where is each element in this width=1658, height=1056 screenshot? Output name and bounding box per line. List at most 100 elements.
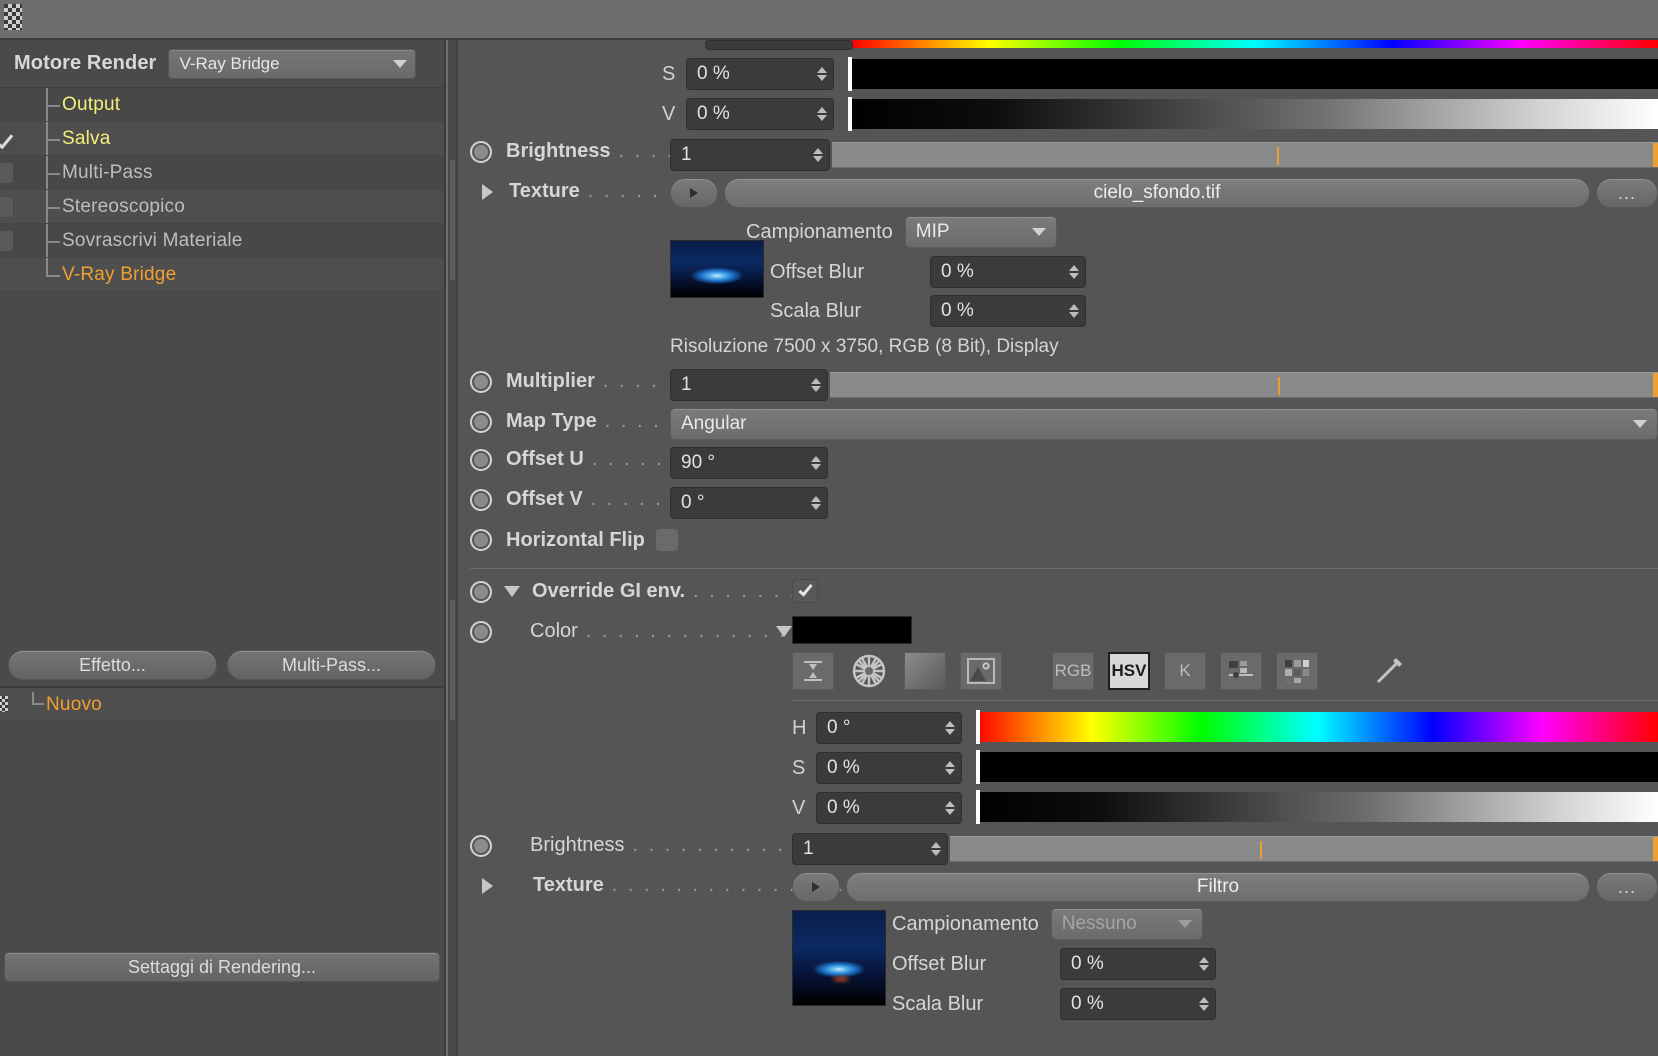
slider-handle[interactable] xyxy=(848,57,852,91)
texture-bottom-more-button[interactable]: ... xyxy=(1596,872,1658,902)
hsv-mode-button[interactable]: HSV xyxy=(1108,652,1150,690)
swatches-icon[interactable] xyxy=(1276,652,1318,690)
sidebar-item-v-ray-bridge[interactable]: V-Ray Bridge xyxy=(0,258,444,292)
triangle-right-icon[interactable] xyxy=(482,877,493,894)
effetto-button[interactable]: Effetto... xyxy=(8,650,217,680)
stepper-icon[interactable] xyxy=(817,107,827,121)
slider-endcap[interactable] xyxy=(1653,143,1658,167)
color-expand-triangle-down-icon[interactable] xyxy=(776,626,792,637)
stepper-icon[interactable] xyxy=(1069,265,1079,279)
triangle-right-icon[interactable] xyxy=(482,183,493,200)
texture-top-filename[interactable]: cielo_sfondo.tif xyxy=(724,178,1590,208)
hsv-v-slider[interactable] xyxy=(976,790,1658,824)
stepper-icon[interactable] xyxy=(811,378,821,392)
slider-endcap[interactable] xyxy=(1653,373,1658,397)
override-gi-checkbox[interactable] xyxy=(792,579,818,603)
animate-radio-icon[interactable] xyxy=(470,410,492,433)
offset-v-field[interactable]: 0 ° xyxy=(670,487,828,519)
mixer-icon[interactable] xyxy=(1220,652,1262,690)
campionamento-bottom-select[interactable]: Nessuno xyxy=(1050,908,1203,940)
animate-radio-icon[interactable] xyxy=(470,620,492,643)
sidebar-item-salva[interactable]: Salva xyxy=(0,122,444,156)
offset-blur-top-field[interactable]: 0 % xyxy=(930,256,1086,288)
panel-scroll-rail[interactable] xyxy=(448,40,458,1056)
brightness-top-slider[interactable] xyxy=(832,142,1658,168)
slider-handle[interactable] xyxy=(848,97,852,131)
sidebar-item-stereoscopico[interactable]: Stereoscopico xyxy=(0,190,444,224)
multiplier-field[interactable]: 1 xyxy=(670,369,828,401)
stepper-icon[interactable] xyxy=(811,496,821,510)
kelvin-mode-button[interactable]: K xyxy=(1164,652,1206,690)
scala-blur-bottom-field[interactable]: 0 % xyxy=(1060,988,1216,1020)
hsv-s-slider[interactable] xyxy=(976,750,1658,784)
stepper-icon[interactable] xyxy=(945,761,955,775)
multiplier-slider[interactable] xyxy=(830,372,1658,398)
stepper-icon[interactable] xyxy=(811,456,821,470)
triangle-down-icon[interactable] xyxy=(504,586,520,597)
drag-grip-icon[interactable] xyxy=(4,4,22,30)
campionamento-top-select[interactable]: MIP xyxy=(904,216,1057,248)
brightness-top-field[interactable]: 1 xyxy=(670,139,830,171)
hue-slider-top-clipped[interactable] xyxy=(852,40,1658,48)
slider-handle[interactable] xyxy=(976,790,980,824)
stepper-icon[interactable] xyxy=(1199,997,1209,1011)
animate-radio-icon[interactable] xyxy=(470,580,492,603)
brightness-bottom-slider[interactable] xyxy=(950,836,1658,862)
hsv-s-field[interactable]: 0 % xyxy=(816,752,962,784)
animate-radio-icon[interactable] xyxy=(470,448,492,471)
stepper-icon[interactable] xyxy=(1199,957,1209,971)
top-v-slider[interactable] xyxy=(848,97,1658,131)
hsv-v-field[interactable]: 0 % xyxy=(816,792,962,824)
texture-bottom-thumbnail[interactable] xyxy=(792,910,886,1006)
offset-u-field[interactable]: 90 ° xyxy=(670,447,828,479)
animate-radio-icon[interactable] xyxy=(470,140,492,163)
brightness-bottom-field[interactable]: 1 xyxy=(792,833,948,865)
render-engine-select[interactable]: V-Ray Bridge xyxy=(168,48,417,79)
stepper-icon[interactable] xyxy=(1069,304,1079,318)
sidebar-item-output[interactable]: Output xyxy=(0,88,444,122)
sidebar-item-sovrascrivi-materiale[interactable]: Sovrascrivi Materiale xyxy=(0,224,444,258)
animate-radio-icon[interactable] xyxy=(470,370,492,393)
drag-grip-icon[interactable] xyxy=(0,696,8,712)
color-swatch[interactable] xyxy=(792,616,912,644)
stepper-icon[interactable] xyxy=(813,148,823,162)
top-s-field[interactable]: 0 % xyxy=(686,58,834,90)
scala-blur-top-field[interactable]: 0 % xyxy=(930,295,1086,327)
animate-radio-icon[interactable] xyxy=(470,834,492,857)
hsv-h-slider[interactable] xyxy=(976,710,1658,744)
slider-handle[interactable] xyxy=(976,750,980,784)
texture-bottom-filename[interactable]: Filtro xyxy=(846,872,1590,902)
slider-endcap[interactable] xyxy=(1653,837,1658,861)
eyedrop-target-icon[interactable] xyxy=(792,652,834,690)
stepper-icon[interactable] xyxy=(817,67,827,81)
top-s-slider[interactable] xyxy=(848,57,1658,91)
texture-top-thumbnail[interactable] xyxy=(670,240,764,298)
hsv-h-field[interactable]: 0 ° xyxy=(816,712,962,744)
texture-top-more-button[interactable]: ... xyxy=(1596,178,1658,208)
stepper-icon[interactable] xyxy=(931,842,941,856)
color-wheel-icon[interactable] xyxy=(848,652,890,690)
slider-handle[interactable] xyxy=(976,710,980,744)
animate-radio-icon[interactable] xyxy=(470,488,492,511)
map-type-select[interactable]: Angular xyxy=(670,408,1658,440)
image-picker-icon[interactable] xyxy=(960,652,1002,690)
multi-pass-button[interactable]: Multi-Pass... xyxy=(227,650,436,680)
multi-pass-checkbox[interactable] xyxy=(0,162,14,184)
settaggi-di-rendering-button[interactable]: Settaggi di Rendering... xyxy=(4,952,440,982)
horizontal-flip-checkbox[interactable] xyxy=(654,528,679,552)
offset-blur-bottom-field[interactable]: 0 % xyxy=(1060,948,1216,980)
hue-field-clipped[interactable] xyxy=(705,40,853,50)
animate-radio-icon[interactable] xyxy=(470,529,492,551)
texture-bottom-play-icon[interactable] xyxy=(792,872,840,902)
stepper-icon[interactable] xyxy=(945,801,955,815)
stepper-icon[interactable] xyxy=(945,721,955,735)
top-v-field[interactable]: 0 % xyxy=(686,98,834,130)
salva-checkbox[interactable] xyxy=(0,128,14,150)
rgb-mode-button[interactable]: RGB xyxy=(1052,652,1094,690)
sovrascrivi-materiale-checkbox[interactable] xyxy=(0,230,14,252)
sidebar-item-multi-pass[interactable]: Multi-Pass xyxy=(0,156,444,190)
stereoscopico-checkbox[interactable] xyxy=(0,196,14,218)
gradient-icon[interactable] xyxy=(904,652,946,690)
pipette-icon[interactable] xyxy=(1368,652,1410,690)
post-effect-item-nuovo[interactable]: Nuovo xyxy=(0,688,444,722)
